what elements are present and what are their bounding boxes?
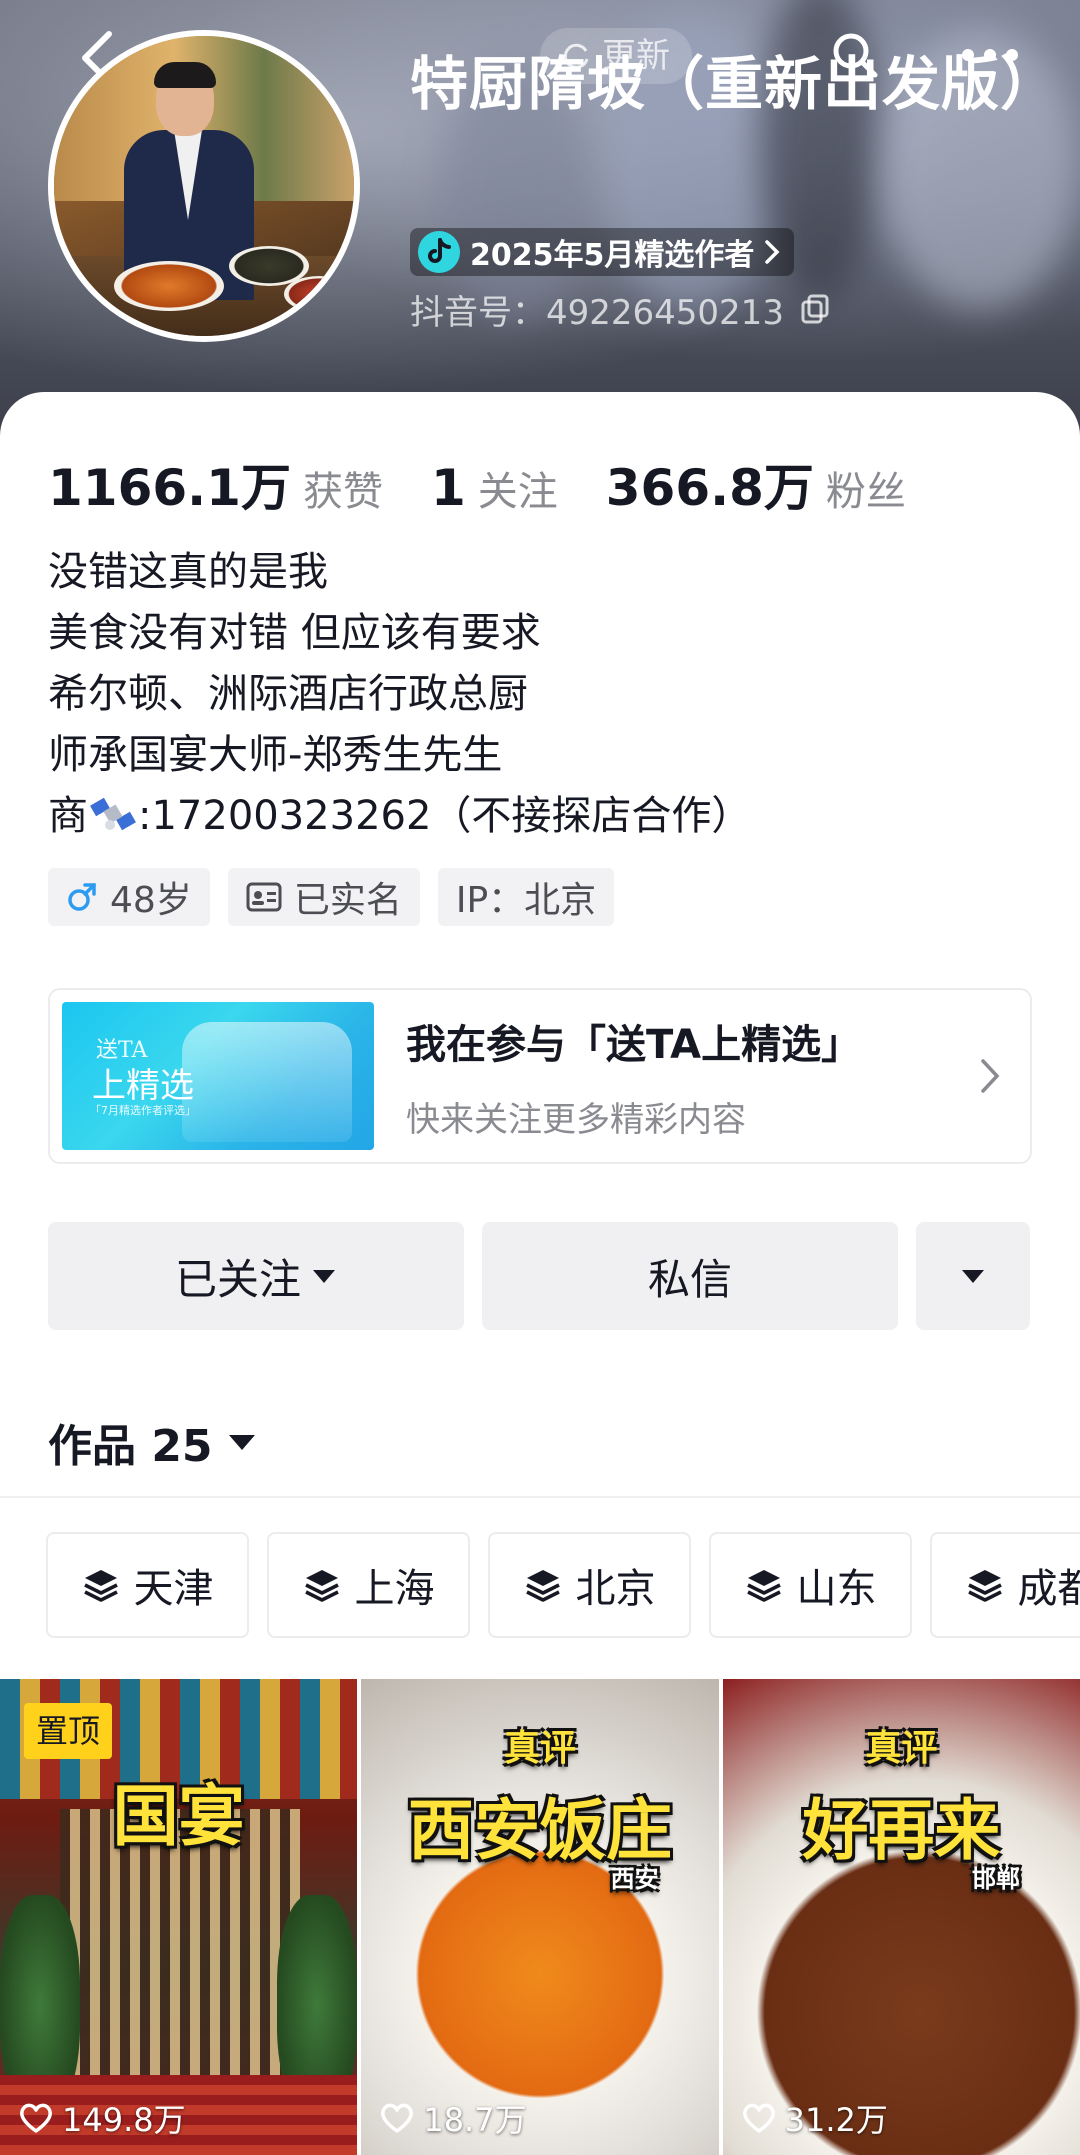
campaign-image-line: 上精选 bbox=[92, 1066, 194, 1106]
video-likes: 18.7万 bbox=[379, 2095, 527, 2141]
video-likes: 31.2万 bbox=[741, 2095, 888, 2141]
followed-button[interactable]: 已关注 bbox=[48, 1222, 464, 1330]
collection-chip[interactable]: 天津 bbox=[46, 1532, 249, 1638]
caret-down-icon bbox=[313, 1270, 335, 1283]
video-thumbnail[interactable]: 真评 好再来 邯郸 31.2万 bbox=[722, 1679, 1080, 2155]
id-card-icon bbox=[246, 882, 282, 912]
message-label: 私信 bbox=[647, 1254, 732, 1304]
chip-label: 天津 bbox=[133, 1566, 214, 1612]
stat-label: 关注 bbox=[477, 469, 558, 515]
video-caption: 国宴 bbox=[112, 1777, 245, 1855]
ip-label: IP：北京 bbox=[455, 880, 597, 921]
chip-label: 山东 bbox=[796, 1566, 877, 1612]
works-tab[interactable]: 作品 25 bbox=[48, 1410, 257, 1474]
collection-chip[interactable]: 上海 bbox=[267, 1532, 470, 1638]
campaign-thumbnail: 送TA 上精选 「7月精选作者评选」 bbox=[62, 1002, 374, 1150]
featured-campaign-banner[interactable]: 送TA 上精选 「7月精选作者评选」 我在参与「送TA上精选」 快来关注更多精彩… bbox=[48, 988, 1032, 1164]
featured-creator-badge[interactable]: 2025年5月精选作者 bbox=[410, 228, 795, 276]
collection-chips: 天津 上海 北京 山东 成都 bbox=[46, 1532, 1080, 1638]
stat-followers[interactable]: 366.8万 粉丝 bbox=[606, 448, 906, 520]
likes-count: 149.8万 bbox=[62, 2101, 186, 2139]
ip-tag: IP：北京 bbox=[437, 868, 615, 926]
layers-icon bbox=[525, 1570, 560, 1602]
campaign-title: 我在参与「送TA上精选」 bbox=[406, 1021, 862, 1068]
message-button[interactable]: 私信 bbox=[482, 1222, 898, 1330]
verified-tag: 已实名 bbox=[227, 868, 420, 926]
profile-card: 1166.1万 获赞 1 关注 366.8万 粉丝 没错这真的是我 美食没有对错… bbox=[0, 392, 1080, 2155]
likes-count: 18.7万 bbox=[423, 2101, 527, 2139]
video-top-label: 真评 bbox=[865, 1727, 938, 1769]
douyin-id: 抖音号：49226450213 bbox=[410, 284, 830, 334]
avatar[interactable] bbox=[48, 30, 360, 342]
video-thumbnail[interactable]: 国宴 置顶 149.8万 bbox=[0, 1679, 358, 2155]
collection-chip[interactable]: 北京 bbox=[488, 1532, 691, 1638]
video-city: 西安 bbox=[610, 1864, 659, 1893]
stat-value: 1 bbox=[430, 459, 466, 517]
caret-down-icon bbox=[228, 1435, 255, 1450]
action-buttons: 已关注 私信 bbox=[48, 1222, 1030, 1330]
layers-icon bbox=[83, 1570, 118, 1602]
stat-value: 1166.1万 bbox=[48, 459, 291, 517]
followed-label: 已关注 bbox=[174, 1254, 301, 1304]
douyin-id-label: 抖音号： bbox=[410, 292, 546, 333]
heart-icon bbox=[742, 2103, 775, 2133]
bio-contact-number: :17200323262（不接探店合作） bbox=[138, 793, 752, 839]
campaign-subtitle: 快来关注更多精彩内容 bbox=[406, 1099, 746, 1140]
douyin-logo-icon bbox=[418, 231, 460, 273]
collection-chip[interactable]: 山东 bbox=[709, 1532, 912, 1638]
bio-line: 希尔顿、洲际酒店行政总厨 bbox=[48, 671, 528, 717]
male-icon bbox=[68, 883, 96, 911]
bio: 没错这真的是我 美食没有对错 但应该有要求 希尔顿、洲际酒店行政总厨 师承国宴大… bbox=[48, 542, 1028, 847]
works-label: 作品 25 bbox=[48, 1421, 213, 1472]
chip-label: 成都 bbox=[1017, 1566, 1080, 1612]
profile-name: 特厨隋坡（重新出发版） bbox=[410, 50, 1060, 118]
douyin-id-value: 49226450213 bbox=[546, 292, 784, 333]
bio-line: 师承国宴大师-郑秀生先生 bbox=[48, 732, 503, 778]
chip-label: 北京 bbox=[575, 1566, 656, 1612]
bio-line: 没错这真的是我 bbox=[48, 549, 328, 595]
chevron-right-icon bbox=[981, 1059, 1000, 1093]
stat-likes[interactable]: 1166.1万 获赞 bbox=[48, 448, 383, 520]
age-label: 48岁 bbox=[110, 880, 192, 921]
campaign-image-line: 「7月精选作者评选」 bbox=[90, 1104, 196, 1117]
bio-contact-prefix: 商 bbox=[48, 793, 88, 839]
more-actions-button[interactable] bbox=[916, 1222, 1030, 1330]
heart-icon bbox=[20, 2103, 52, 2133]
age-tag: 48岁 bbox=[48, 868, 210, 926]
video-grid: 国宴 置顶 149.8万 真评 西安饭庄 西安 18.7万 真评 好再来 邯郸 … bbox=[0, 1679, 1080, 2155]
divider bbox=[0, 1496, 1080, 1498]
stats-row: 1166.1万 获赞 1 关注 366.8万 粉丝 bbox=[48, 448, 954, 517]
verified-label: 已实名 bbox=[293, 880, 402, 921]
stat-value: 366.8万 bbox=[605, 459, 814, 517]
badge-label: 2025年5月精选作者 bbox=[470, 238, 755, 273]
satellite-emoji-icon bbox=[90, 797, 136, 831]
video-thumbnail[interactable]: 真评 西安饭庄 西安 18.7万 bbox=[361, 1679, 719, 2155]
bio-line: 美食没有对错 但应该有要求 bbox=[48, 610, 541, 656]
likes-count: 31.2万 bbox=[784, 2101, 888, 2139]
pinned-badge: 置顶 bbox=[24, 1703, 113, 1759]
profile-tags: 48岁 已实名 IP：北京 bbox=[48, 868, 615, 926]
chevron-right-icon bbox=[765, 240, 780, 264]
layers-icon bbox=[746, 1570, 781, 1602]
video-top-label: 真评 bbox=[503, 1727, 576, 1769]
video-likes: 149.8万 bbox=[18, 2095, 186, 2141]
video-city: 邯郸 bbox=[971, 1864, 1020, 1893]
caret-down-icon bbox=[962, 1270, 984, 1283]
chip-label: 上海 bbox=[354, 1566, 435, 1612]
collection-chip[interactable]: 成都 bbox=[930, 1532, 1080, 1638]
stat-label: 粉丝 bbox=[825, 469, 906, 515]
bio-contact-line: 商 :17200323262（不接探店合作） bbox=[48, 786, 1028, 847]
stat-label: 获赞 bbox=[302, 469, 383, 515]
copy-icon[interactable] bbox=[800, 293, 830, 325]
layers-icon bbox=[967, 1570, 1002, 1602]
stat-following[interactable]: 1 关注 bbox=[431, 459, 558, 517]
layers-icon bbox=[304, 1570, 339, 1602]
heart-icon bbox=[381, 2103, 414, 2133]
